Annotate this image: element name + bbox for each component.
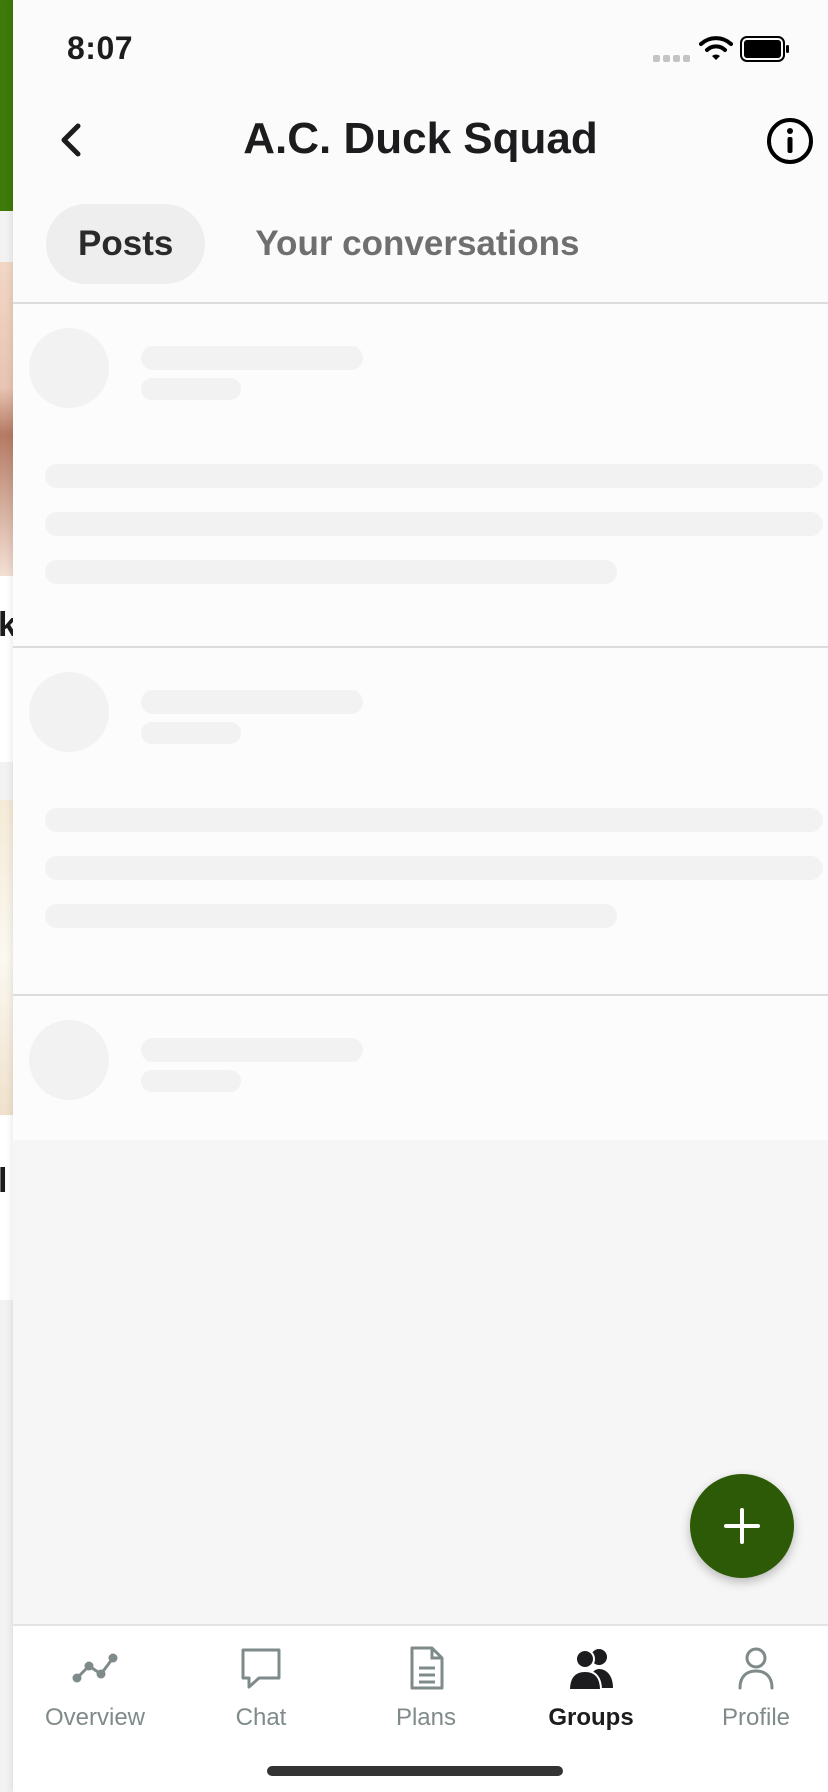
text-line-placeholder (45, 560, 617, 584)
nav-label: Chat (235, 1704, 287, 1731)
nav-profile[interactable]: Profile (674, 1644, 828, 1754)
nav-label: Plans (395, 1704, 457, 1731)
peek-photo-1 (0, 262, 14, 576)
peek-card-1 (0, 576, 14, 762)
text-line-placeholder (45, 808, 823, 832)
nav-label: Overview (44, 1704, 146, 1731)
name-placeholder (141, 690, 363, 714)
peek-header-band (0, 0, 14, 211)
chat-icon (241, 1648, 281, 1689)
post-skeleton (13, 304, 828, 646)
peek-text-2: l (0, 1162, 8, 1200)
home-indicator (267, 1766, 563, 1776)
peek-photo-2 (0, 800, 14, 1115)
header-area: 8:07 A.C. Duck Squad Posts Your conversa… (13, 0, 828, 304)
nav-plans[interactable]: Plans (344, 1644, 508, 1754)
battery-icon (740, 36, 789, 62)
cellular-signal-icon (653, 55, 690, 62)
peek-card-2 (0, 1115, 14, 1300)
status-time: 8:07 (67, 30, 134, 66)
plus-icon (724, 1508, 760, 1544)
meta-placeholder (141, 1070, 241, 1092)
group-screen: 8:07 A.C. Duck Squad Posts Your conversa… (13, 0, 828, 1792)
tab-posts[interactable]: Posts (46, 204, 206, 284)
nav-label: Groups (548, 1704, 634, 1731)
text-line-placeholder (45, 512, 823, 536)
peek-text-1: k (0, 606, 14, 644)
page-title: A.C. Duck Squad (243, 114, 598, 163)
text-line-placeholder (45, 464, 823, 488)
nav-chat[interactable]: Chat (179, 1644, 343, 1754)
nav-groups[interactable]: Groups (509, 1644, 673, 1754)
groups-icon (567, 1649, 613, 1691)
background-screen-peek: k l (0, 0, 14, 1792)
nav-overview[interactable]: Overview (13, 1644, 177, 1754)
avatar-placeholder (29, 1020, 109, 1100)
avatar-placeholder (29, 328, 109, 408)
text-line-placeholder (45, 856, 823, 880)
name-placeholder (141, 346, 363, 370)
overview-icon (72, 1653, 118, 1683)
navigation-bar: A.C. Duck Squad (13, 100, 828, 200)
create-post-button[interactable] (690, 1474, 794, 1578)
meta-placeholder (141, 378, 241, 400)
plans-icon (410, 1646, 444, 1690)
wifi-icon (699, 36, 733, 60)
text-line-placeholder (45, 904, 617, 928)
status-bar: 8:07 (13, 0, 828, 100)
name-placeholder (141, 1038, 363, 1062)
profile-icon (738, 1647, 774, 1690)
post-skeleton (13, 648, 828, 994)
tab-your-conversations[interactable]: Your conversations (223, 204, 611, 284)
post-skeleton (13, 996, 828, 1140)
info-icon[interactable] (765, 116, 815, 166)
bottom-navigation: Overview Chat Plans Groups Profile (13, 1624, 828, 1792)
meta-placeholder (141, 722, 241, 744)
avatar-placeholder (29, 672, 109, 752)
nav-label: Profile (721, 1704, 791, 1731)
segmented-tabs: Posts Your conversations (46, 204, 611, 284)
